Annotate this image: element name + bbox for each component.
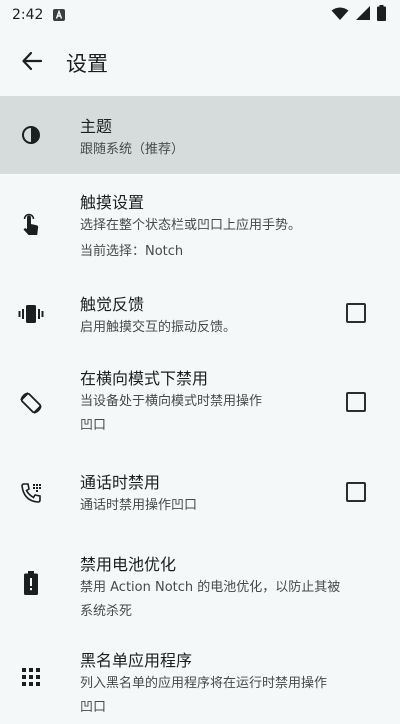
setting-item-landscape[interactable]: 在横向模式下禁用 当设备处于横向模式时禁用操作 凹口 (0, 354, 400, 450)
setting-subtitle-cont: 系统杀死 (80, 604, 133, 619)
wifi-icon (331, 6, 349, 25)
setting-title: 触摸设置 (80, 193, 145, 212)
setting-item-haptic[interactable]: 触觉反馈 启用触摸交互的振动反馈。 (0, 274, 400, 354)
battery-icon (377, 5, 386, 25)
vibration-icon (18, 301, 44, 327)
haptic-checkbox[interactable] (346, 303, 366, 323)
call-checkbox[interactable] (346, 482, 366, 502)
screen-rotation-icon (18, 390, 44, 416)
setting-title: 触觉反馈 (80, 295, 145, 314)
setting-title: 禁用电池优化 (80, 555, 177, 574)
setting-subtitle: 跟随系统（推荐） (80, 142, 185, 157)
setting-subtitle: 列入黑名单的应用程序将在运行时禁用操作 (80, 676, 328, 691)
setting-title: 主题 (80, 117, 113, 136)
setting-subtitle: 通话时禁用操作凹口 (80, 498, 198, 513)
battery-alert-icon (18, 570, 44, 596)
setting-subtitle-cont: 凹口 (80, 418, 107, 433)
arrow-back-icon (21, 50, 43, 76)
app-bar: 设置 (0, 30, 400, 96)
setting-title: 通话时禁用 (80, 473, 161, 492)
setting-subtitle: 当设备处于横向模式时禁用操作 (80, 394, 263, 409)
setting-item-blacklist[interactable]: 黑名单应用程序 列入黑名单的应用程序将在运行时禁用操作 凹口 (0, 634, 400, 724)
back-button[interactable] (18, 49, 46, 77)
setting-current-selection: 当前选择：Notch (80, 244, 184, 259)
page-title: 设置 (66, 52, 108, 76)
setting-subtitle: 禁用 Action Notch 的电池优化，以防止其被 (80, 580, 341, 595)
touch-app-icon (18, 212, 44, 238)
setting-item-battery[interactable]: 禁用电池优化 禁用 Action Notch 的电池优化，以防止其被 系统杀死 (0, 536, 400, 634)
status-bar: 2:42 (0, 0, 400, 30)
notification-a-icon (53, 6, 66, 25)
settings-list: 主题 跟随系统（推荐） 触摸设置 选择在整个状态栏或凹口上应用手势。 当前选择：… (0, 96, 400, 724)
setting-subtitle-cont: 凹口 (80, 700, 107, 715)
signal-icon (355, 5, 371, 25)
setting-subtitle: 选择在整个状态栏或凹口上应用手势。 (80, 218, 302, 233)
apps-grid-icon (18, 664, 44, 690)
setting-item-touch[interactable]: 触摸设置 选择在整个状态栏或凹口上应用手势。 当前选择：Notch (0, 174, 400, 274)
setting-title: 黑名单应用程序 (80, 651, 193, 670)
setting-item-call[interactable]: 通话时禁用 通话时禁用操作凹口 (0, 450, 400, 536)
status-time: 2:42 (12, 7, 44, 23)
setting-subtitle: 启用触摸交互的振动反馈。 (80, 320, 237, 335)
phone-in-talk-icon (18, 480, 44, 506)
landscape-checkbox[interactable] (346, 392, 366, 412)
setting-title: 在横向模式下禁用 (80, 369, 209, 388)
contrast-icon (18, 122, 44, 148)
setting-item-theme[interactable]: 主题 跟随系统（推荐） (0, 96, 400, 174)
